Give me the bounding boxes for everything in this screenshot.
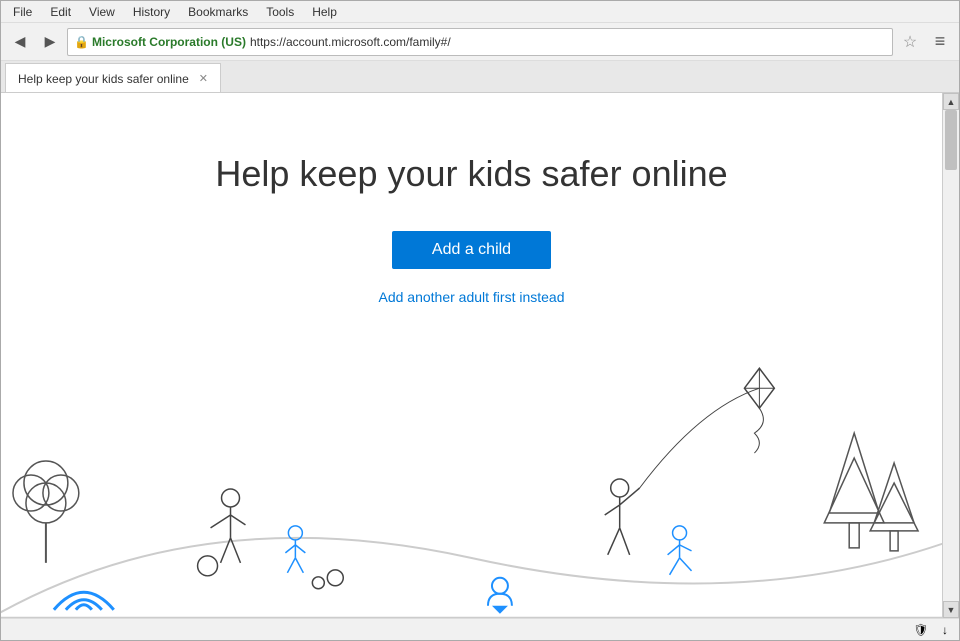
- menu-bar: File Edit View History Bookmarks Tools H…: [1, 1, 959, 23]
- lock-icon: 🔒: [74, 35, 89, 49]
- menu-bookmarks[interactable]: Bookmarks: [180, 3, 256, 21]
- menu-help[interactable]: Help: [304, 3, 345, 21]
- download-icon: ↓: [935, 620, 955, 640]
- illustration: [1, 358, 942, 618]
- menu-tools[interactable]: Tools: [258, 3, 302, 21]
- menu-history[interactable]: History: [125, 3, 178, 21]
- active-tab[interactable]: Help keep your kids safer online ✕: [5, 63, 221, 92]
- status-bar: 🛡 ↓: [1, 618, 959, 640]
- browser-window: File Edit View History Bookmarks Tools H…: [0, 0, 960, 641]
- menu-view[interactable]: View: [81, 3, 123, 21]
- scroll-track[interactable]: [943, 110, 959, 601]
- security-indicator: 🔒 Microsoft Corporation (US): [74, 35, 246, 49]
- company-name: Microsoft Corporation (US): [92, 35, 246, 49]
- scene-svg: [1, 358, 942, 618]
- address-bar[interactable]: 🔒 Microsoft Corporation (US) https://acc…: [67, 28, 893, 56]
- tab-bar: Help keep your kids safer online ✕: [1, 61, 959, 93]
- tab-close-button[interactable]: ✕: [199, 72, 208, 85]
- menu-edit[interactable]: Edit: [42, 3, 79, 21]
- add-adult-link[interactable]: Add another adult first instead: [378, 289, 564, 305]
- page-title: Help keep your kids safer online: [215, 153, 727, 195]
- scroll-down-button[interactable]: ▼: [943, 601, 959, 618]
- page-content: Help keep your kids safer online Add a c…: [1, 93, 959, 618]
- scroll-thumb[interactable]: [945, 110, 957, 170]
- back-button[interactable]: ◀: [7, 29, 33, 55]
- add-child-button[interactable]: Add a child: [392, 231, 551, 269]
- bookmark-button[interactable]: ☆: [897, 29, 923, 55]
- forward-button[interactable]: ▶: [37, 29, 63, 55]
- scrollbar[interactable]: ▲ ▼: [942, 93, 959, 618]
- nav-bar: ◀ ▶ 🔒 Microsoft Corporation (US) https:/…: [1, 23, 959, 61]
- browser-menu-button[interactable]: ≡: [927, 29, 953, 55]
- url-text: https://account.microsoft.com/family#/: [250, 35, 886, 49]
- menu-file[interactable]: File: [5, 3, 40, 21]
- scroll-up-button[interactable]: ▲: [943, 93, 959, 110]
- tab-title: Help keep your kids safer online: [18, 72, 189, 86]
- security-status-icon: 🛡: [911, 620, 931, 640]
